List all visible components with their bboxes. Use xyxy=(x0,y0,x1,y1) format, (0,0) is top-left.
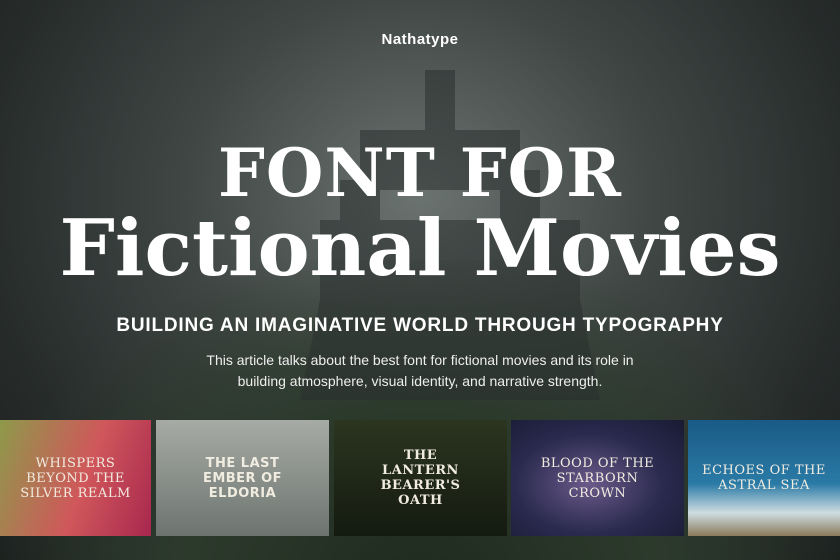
thumbnail-title: THE LANTERN BEARER'S OATH xyxy=(380,448,461,508)
brand-logo: Nathatype xyxy=(381,31,459,48)
description-line: building atmosphere, visual identity, an… xyxy=(237,373,603,389)
thumbnail-title: BLOOD OF THE STARBORN CROWN xyxy=(540,455,655,501)
thumbnail-title: ECHOES OF THE ASTRAL SEA xyxy=(702,463,826,493)
description-line: This article talks about the best font f… xyxy=(206,352,634,368)
thumbnail: ECHOES OF THE ASTRAL SEA xyxy=(688,420,840,536)
thumbnail: THE LAST EMBER OF ELDORIA xyxy=(156,420,329,536)
thumbnail: THE LANTERN BEARER'S OATH xyxy=(334,420,507,536)
thumbnail-title: WHISPERS BEYOND THE SILVER REALM xyxy=(20,455,131,501)
thumbnail-strip: WHISPERS BEYOND THE SILVER REALM THE LAS… xyxy=(0,420,840,536)
thumbnail: BLOOD OF THE STARBORN CROWN xyxy=(511,420,684,536)
description: This article talks about the best font f… xyxy=(0,350,840,392)
thumbnail: WHISPERS BEYOND THE SILVER REALM xyxy=(0,420,151,536)
title-line-2: Fictional Movies xyxy=(59,203,781,294)
subtitle: BUILDING AN IMAGINATIVE WORLD THROUGH TY… xyxy=(116,315,724,336)
thumbnail-title: THE LAST EMBER OF ELDORIA xyxy=(202,455,283,501)
title-line-1: FONT FOR xyxy=(218,134,622,212)
